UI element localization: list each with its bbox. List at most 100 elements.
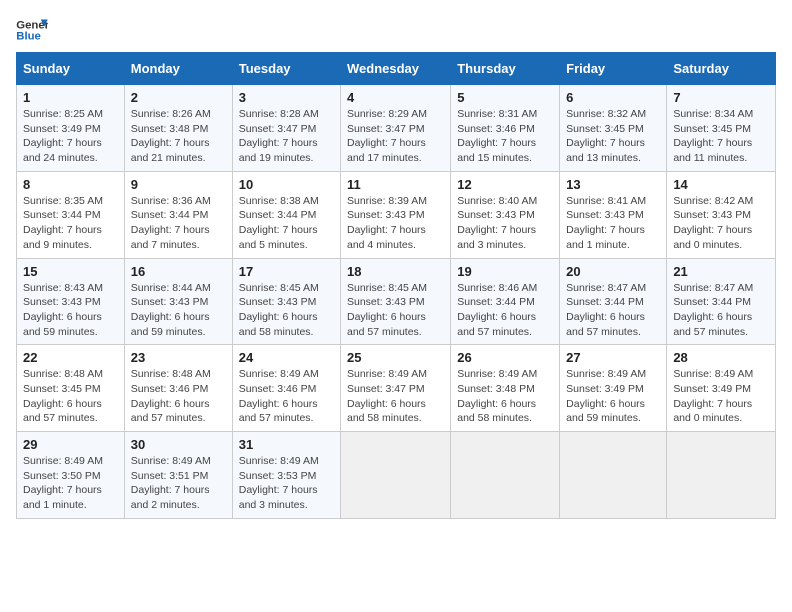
day-number: 24 <box>239 350 334 365</box>
day-number: 18 <box>347 264 444 279</box>
day-info: Sunrise: 8:34 AM Sunset: 3:45 PM Dayligh… <box>673 107 769 166</box>
day-cell: 19 Sunrise: 8:46 AM Sunset: 3:44 PM Dayli… <box>451 258 560 345</box>
day-number: 15 <box>23 264 118 279</box>
day-number: 12 <box>457 177 553 192</box>
day-number: 16 <box>131 264 226 279</box>
day-info: Sunrise: 8:36 AM Sunset: 3:44 PM Dayligh… <box>131 194 226 253</box>
day-number: 9 <box>131 177 226 192</box>
day-cell: 30 Sunrise: 8:49 AM Sunset: 3:51 PM Dayli… <box>124 432 232 519</box>
day-info: Sunrise: 8:49 AM Sunset: 3:53 PM Dayligh… <box>239 454 334 513</box>
day-number: 10 <box>239 177 334 192</box>
day-info: Sunrise: 8:49 AM Sunset: 3:48 PM Dayligh… <box>457 367 553 426</box>
week-row-2: 8 Sunrise: 8:35 AM Sunset: 3:44 PM Daylig… <box>17 171 776 258</box>
day-cell: 2Sunrise: 8:26 AM Sunset: 3:48 PM Daylig… <box>124 85 232 172</box>
day-cell <box>451 432 560 519</box>
day-number: 3 <box>239 90 334 105</box>
logo-icon: GeneralBlue <box>16 16 48 44</box>
day-number: 8 <box>23 177 118 192</box>
day-cell: 12 Sunrise: 8:40 AM Sunset: 3:43 PM Dayli… <box>451 171 560 258</box>
header-cell-monday: Monday <box>124 53 232 85</box>
day-cell: 26 Sunrise: 8:49 AM Sunset: 3:48 PM Dayli… <box>451 345 560 432</box>
day-info: Sunrise: 8:38 AM Sunset: 3:44 PM Dayligh… <box>239 194 334 253</box>
header-cell-tuesday: Tuesday <box>232 53 340 85</box>
header-cell-sunday: Sunday <box>17 53 125 85</box>
day-info: Sunrise: 8:48 AM Sunset: 3:46 PM Dayligh… <box>131 367 226 426</box>
day-number: 26 <box>457 350 553 365</box>
day-number: 4 <box>347 90 444 105</box>
day-number: 6 <box>566 90 660 105</box>
calendar-body: 1Sunrise: 8:25 AM Sunset: 3:49 PM Daylig… <box>17 85 776 519</box>
day-info: Sunrise: 8:47 AM Sunset: 3:44 PM Dayligh… <box>566 281 660 340</box>
day-info: Sunrise: 8:46 AM Sunset: 3:44 PM Dayligh… <box>457 281 553 340</box>
day-info: Sunrise: 8:26 AM Sunset: 3:48 PM Dayligh… <box>131 107 226 166</box>
day-cell <box>667 432 776 519</box>
day-info: Sunrise: 8:35 AM Sunset: 3:44 PM Dayligh… <box>23 194 118 253</box>
day-number: 31 <box>239 437 334 452</box>
day-cell: 25 Sunrise: 8:49 AM Sunset: 3:47 PM Dayli… <box>341 345 451 432</box>
day-info: Sunrise: 8:47 AM Sunset: 3:44 PM Dayligh… <box>673 281 769 340</box>
header-cell-friday: Friday <box>560 53 667 85</box>
day-info: Sunrise: 8:48 AM Sunset: 3:45 PM Dayligh… <box>23 367 118 426</box>
page-header: GeneralBlue <box>16 16 776 44</box>
day-cell: 22 Sunrise: 8:48 AM Sunset: 3:45 PM Dayli… <box>17 345 125 432</box>
day-cell: 11 Sunrise: 8:39 AM Sunset: 3:43 PM Dayli… <box>341 171 451 258</box>
day-cell: 15Sunrise: 8:43 AM Sunset: 3:43 PM Dayli… <box>17 258 125 345</box>
day-cell: 8 Sunrise: 8:35 AM Sunset: 3:44 PM Daylig… <box>17 171 125 258</box>
day-info: Sunrise: 8:49 AM Sunset: 3:49 PM Dayligh… <box>673 367 769 426</box>
day-number: 1 <box>23 90 118 105</box>
day-number: 29 <box>23 437 118 452</box>
day-cell: 7Sunrise: 8:34 AM Sunset: 3:45 PM Daylig… <box>667 85 776 172</box>
day-number: 27 <box>566 350 660 365</box>
day-cell: 21 Sunrise: 8:47 AM Sunset: 3:44 PM Dayli… <box>667 258 776 345</box>
day-number: 19 <box>457 264 553 279</box>
day-number: 22 <box>23 350 118 365</box>
day-info: Sunrise: 8:32 AM Sunset: 3:45 PM Dayligh… <box>566 107 660 166</box>
day-info: Sunrise: 8:45 AM Sunset: 3:43 PM Dayligh… <box>239 281 334 340</box>
week-row-1: 1Sunrise: 8:25 AM Sunset: 3:49 PM Daylig… <box>17 85 776 172</box>
day-number: 17 <box>239 264 334 279</box>
day-number: 11 <box>347 177 444 192</box>
logo: GeneralBlue <box>16 16 48 44</box>
day-cell: 17 Sunrise: 8:45 AM Sunset: 3:43 PM Dayli… <box>232 258 340 345</box>
day-info: Sunrise: 8:49 AM Sunset: 3:46 PM Dayligh… <box>239 367 334 426</box>
day-info: Sunrise: 8:45 AM Sunset: 3:43 PM Dayligh… <box>347 281 444 340</box>
day-cell: 1Sunrise: 8:25 AM Sunset: 3:49 PM Daylig… <box>17 85 125 172</box>
day-cell: 4 Sunrise: 8:29 AM Sunset: 3:47 PM Daylig… <box>341 85 451 172</box>
day-info: Sunrise: 8:28 AM Sunset: 3:47 PM Dayligh… <box>239 107 334 166</box>
day-cell: 6 Sunrise: 8:32 AM Sunset: 3:45 PM Daylig… <box>560 85 667 172</box>
day-info: Sunrise: 8:49 AM Sunset: 3:50 PM Dayligh… <box>23 454 118 513</box>
day-number: 25 <box>347 350 444 365</box>
day-info: Sunrise: 8:49 AM Sunset: 3:51 PM Dayligh… <box>131 454 226 513</box>
week-row-5: 29 Sunrise: 8:49 AM Sunset: 3:50 PM Dayli… <box>17 432 776 519</box>
day-cell: 31 Sunrise: 8:49 AM Sunset: 3:53 PM Dayli… <box>232 432 340 519</box>
day-cell: 13Sunrise: 8:41 AM Sunset: 3:43 PM Dayli… <box>560 171 667 258</box>
day-number: 30 <box>131 437 226 452</box>
day-cell: 3 Sunrise: 8:28 AM Sunset: 3:47 PM Daylig… <box>232 85 340 172</box>
week-row-3: 15Sunrise: 8:43 AM Sunset: 3:43 PM Dayli… <box>17 258 776 345</box>
calendar-header: SundayMondayTuesdayWednesdayThursdayFrid… <box>17 53 776 85</box>
day-info: Sunrise: 8:40 AM Sunset: 3:43 PM Dayligh… <box>457 194 553 253</box>
day-cell: 16Sunrise: 8:44 AM Sunset: 3:43 PM Dayli… <box>124 258 232 345</box>
day-number: 14 <box>673 177 769 192</box>
day-cell: 14Sunrise: 8:42 AM Sunset: 3:43 PM Dayli… <box>667 171 776 258</box>
day-cell: 28 Sunrise: 8:49 AM Sunset: 3:49 PM Dayli… <box>667 345 776 432</box>
header-cell-wednesday: Wednesday <box>341 53 451 85</box>
day-number: 28 <box>673 350 769 365</box>
header-row: SundayMondayTuesdayWednesdayThursdayFrid… <box>17 53 776 85</box>
day-cell: 9 Sunrise: 8:36 AM Sunset: 3:44 PM Daylig… <box>124 171 232 258</box>
day-cell: 5Sunrise: 8:31 AM Sunset: 3:46 PM Daylig… <box>451 85 560 172</box>
day-info: Sunrise: 8:49 AM Sunset: 3:47 PM Dayligh… <box>347 367 444 426</box>
day-cell: 23 Sunrise: 8:48 AM Sunset: 3:46 PM Dayli… <box>124 345 232 432</box>
day-info: Sunrise: 8:29 AM Sunset: 3:47 PM Dayligh… <box>347 107 444 166</box>
week-row-4: 22 Sunrise: 8:48 AM Sunset: 3:45 PM Dayli… <box>17 345 776 432</box>
day-number: 21 <box>673 264 769 279</box>
day-info: Sunrise: 8:31 AM Sunset: 3:46 PM Dayligh… <box>457 107 553 166</box>
day-cell <box>341 432 451 519</box>
day-info: Sunrise: 8:39 AM Sunset: 3:43 PM Dayligh… <box>347 194 444 253</box>
day-cell <box>560 432 667 519</box>
day-info: Sunrise: 8:41 AM Sunset: 3:43 PM Dayligh… <box>566 194 660 253</box>
day-cell: 10 Sunrise: 8:38 AM Sunset: 3:44 PM Dayli… <box>232 171 340 258</box>
day-number: 23 <box>131 350 226 365</box>
header-cell-thursday: Thursday <box>451 53 560 85</box>
day-number: 20 <box>566 264 660 279</box>
